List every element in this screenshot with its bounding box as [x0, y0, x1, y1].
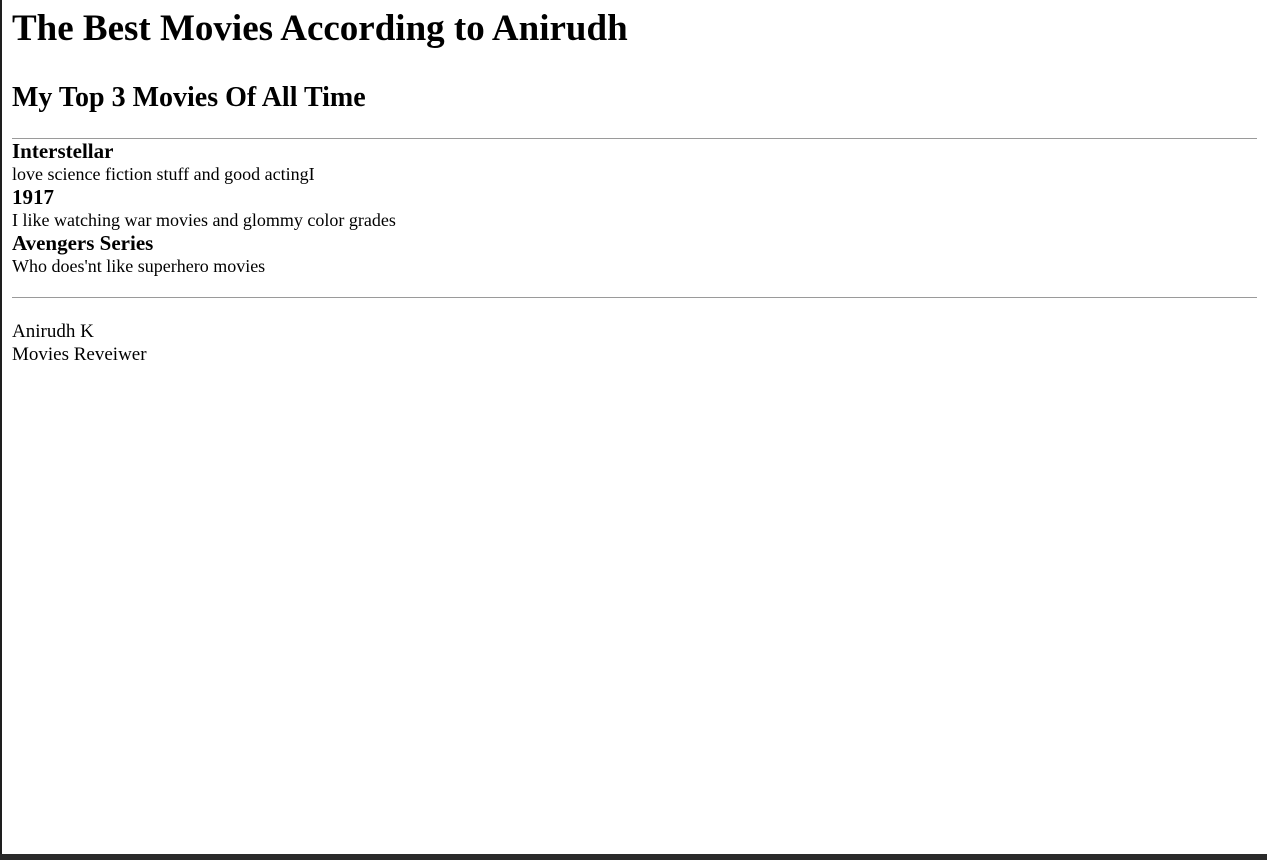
movie-description: I like watching war movies and glommy co…: [12, 210, 396, 230]
movie-title: 1917: [12, 185, 54, 209]
page-content: The Best Movies According to Anirudh My …: [2, 0, 1267, 366]
movie-item-1917: 1917 I like watching war movies and glom…: [12, 185, 1257, 231]
movie-description: love science fiction stuff and good acti…: [12, 164, 315, 184]
browser-viewport: The Best Movies According to Anirudh My …: [2, 0, 1267, 854]
movie-list: Interstellar love science fiction stuff …: [12, 139, 1257, 277]
movie-title: Interstellar: [12, 139, 114, 163]
movie-item-interstellar: Interstellar love science fiction stuff …: [12, 139, 1257, 185]
page-footer: Anirudh K Movies Reveiwer: [12, 320, 1257, 366]
author-role: Movies Reveiwer: [12, 344, 147, 365]
page-title: The Best Movies According to Anirudh: [12, 8, 628, 49]
movie-description: Who does'nt like superhero movies: [12, 256, 266, 276]
taskbar-strip: [0, 854, 1267, 860]
section-heading: My Top 3 Movies Of All Time: [12, 82, 366, 113]
author-name: Anirudh K: [12, 321, 94, 342]
bottom-divider: [12, 297, 1257, 298]
movie-item-avengers: Avengers Series Who does'nt like superhe…: [12, 231, 1257, 277]
movie-title: Avengers Series: [12, 231, 154, 255]
